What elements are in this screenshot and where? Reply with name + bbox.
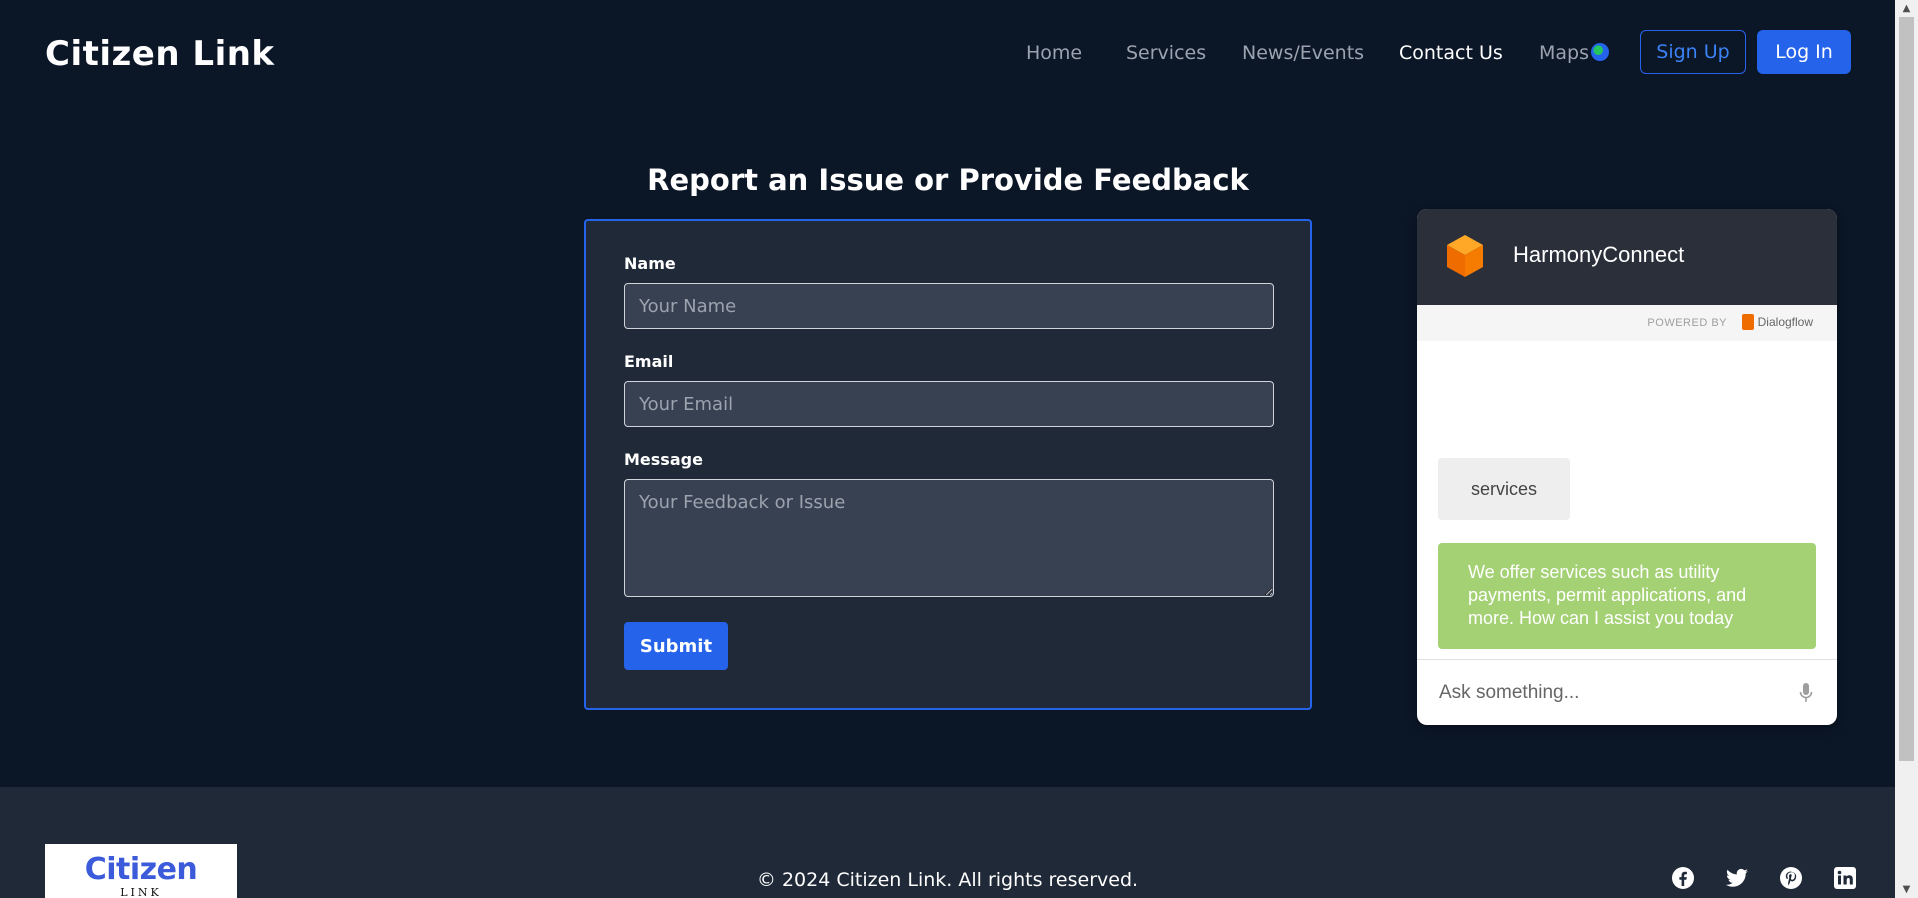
dialogflow-logo: Dialogflow	[1741, 314, 1813, 330]
powered-by-text: POWERED BY	[1647, 317, 1727, 329]
log-in-button[interactable]: Log In	[1757, 30, 1851, 74]
email-label: Email	[624, 352, 674, 371]
social-links	[1671, 866, 1857, 890]
name-input[interactable]	[624, 283, 1274, 329]
chat-title: HarmonyConnect	[1513, 242, 1685, 267]
submit-button[interactable]: Submit	[624, 622, 728, 670]
message-textarea[interactable]	[624, 479, 1274, 597]
chat-input[interactable]	[1437, 678, 1781, 708]
dialogflow-label: Dialogflow	[1757, 315, 1813, 329]
nav-contact-us[interactable]: Contact Us	[1399, 42, 1503, 64]
scroll-up-arrow-icon[interactable]: ▲	[1895, 0, 1918, 17]
email-input[interactable]	[624, 381, 1274, 427]
vertical-scrollbar[interactable]: ▲ ▼	[1895, 0, 1918, 898]
chat-header: HarmonyConnect	[1417, 209, 1837, 305]
footer: Citizen LINK © 2024 Citizen Link. All ri…	[0, 787, 1895, 898]
nav-home[interactable]: Home	[1026, 42, 1082, 64]
navbar: Citizen Link Home Services News/Events C…	[0, 0, 1895, 106]
nav-news-events[interactable]: News/Events	[1242, 42, 1364, 64]
linkedin-icon[interactable]	[1833, 866, 1857, 890]
nav-maps[interactable]: Maps	[1539, 42, 1609, 64]
user-message: services	[1438, 458, 1570, 520]
powered-by-bar: POWERED BY Dialogflow	[1417, 305, 1837, 341]
facebook-icon[interactable]	[1671, 866, 1695, 890]
microphone-icon[interactable]	[1799, 682, 1813, 704]
globe-icon	[1591, 43, 1609, 61]
scrollbar-thumb[interactable]	[1899, 17, 1914, 761]
name-label: Name	[624, 254, 676, 273]
nav-maps-label: Maps	[1539, 42, 1589, 64]
nav-services[interactable]: Services	[1126, 42, 1206, 64]
message-label: Message	[624, 450, 703, 469]
chat-input-row	[1417, 659, 1837, 725]
sign-up-button[interactable]: Sign Up	[1640, 30, 1746, 74]
bot-message: We offer services such as utility paymen…	[1438, 543, 1816, 649]
pinterest-icon[interactable]	[1779, 866, 1803, 890]
feedback-form: Name Email Message Submit	[584, 219, 1312, 710]
bot-cube-icon	[1447, 235, 1483, 277]
dialogflow-icon	[1741, 314, 1754, 330]
scroll-down-arrow-icon[interactable]: ▼	[1895, 881, 1918, 898]
chat-widget: HarmonyConnect POWERED BY Dialogflow ser…	[1417, 209, 1837, 725]
twitter-icon[interactable]	[1725, 866, 1749, 890]
page: Citizen Link Home Services News/Events C…	[0, 0, 1895, 898]
form-title: Report an Issue or Provide Feedback	[647, 163, 1249, 197]
site-logo[interactable]: Citizen Link	[45, 34, 275, 74]
copyright-text: © 2024 Citizen Link. All rights reserved…	[756, 869, 1139, 891]
